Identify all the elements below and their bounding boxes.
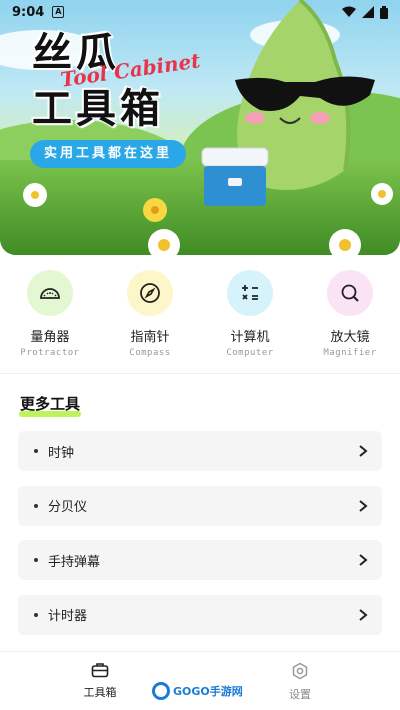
chevron-right-icon: [359, 499, 368, 512]
notification-badge: A: [52, 6, 65, 18]
list-item-label: 分贝仪: [48, 500, 88, 515]
chevron-right-icon: [359, 445, 368, 457]
list-item-handheld-barrage[interactable]: 手持弹幕: [18, 540, 382, 580]
protractor-icon: [27, 270, 73, 316]
list-item-label: 时钟: [48, 445, 75, 461]
tool-name: 放大镜: [330, 330, 370, 345]
tool-english-name: Computer: [226, 348, 274, 358]
chevron-right-icon: [359, 554, 368, 566]
more-tools-title: 更多工具: [19, 393, 81, 417]
settings-icon: [292, 662, 308, 680]
signal-icon: [362, 6, 374, 18]
banner-tagline: 实用工具都在这里: [30, 140, 187, 168]
list-item-decibel-meter[interactable]: 分贝仪: [18, 485, 382, 526]
daisy-flower-decoration: [371, 183, 393, 205]
daisy-flower-decoration: [148, 229, 180, 255]
magnifier-icon: [327, 270, 373, 316]
tool-protractor[interactable]: 量角器 Protractor: [0, 270, 100, 362]
section-divider: [0, 373, 400, 374]
watermark-text: GOGO手游网: [173, 685, 243, 698]
quick-tools-row: 量角器 Protractor 指南针 Compass 计算机 Computer …: [0, 270, 400, 362]
tool-english-name: Magnifier: [323, 348, 377, 358]
toolbox-icon: [91, 663, 109, 678]
cooler-box-illustration: [201, 147, 269, 206]
nav-label: 工具箱: [83, 686, 117, 699]
tool-compass[interactable]: 指南针 Compass: [100, 270, 200, 362]
tool-calculator[interactable]: 计算机 Computer: [200, 270, 300, 362]
hero-banner: 丝瓜 工具箱 Tool Cabinet 实用工具都在这里: [0, 0, 400, 255]
list-item-clock[interactable]: 时钟: [18, 431, 382, 471]
chevron-right-icon: [359, 608, 368, 621]
compass-icon: [127, 270, 173, 316]
daisy-flower-decoration: [23, 183, 47, 207]
list-item-label: 手持弹幕: [48, 554, 101, 570]
bullet-dot: [34, 612, 38, 617]
nav-tab-toolbox[interactable]: 工具箱: [0, 652, 200, 710]
bullet-dot: [34, 558, 38, 562]
status-icons: [342, 5, 388, 19]
list-item-label: 计时器: [48, 609, 88, 624]
daisy-flower-decoration: [329, 229, 361, 255]
calculator-icon: [227, 270, 273, 316]
list-item-timer[interactable]: 计时器: [18, 594, 382, 635]
gogo-logo-icon: [152, 682, 170, 700]
tool-name: 指南针: [130, 330, 170, 345]
tool-name: 计算机: [230, 330, 270, 345]
tool-english-name: Compass: [129, 348, 171, 358]
nav-tab-settings[interactable]: 设置: [200, 652, 400, 710]
yellow-flower-decoration: [143, 198, 167, 222]
more-tools-title-text: 更多工具: [20, 395, 81, 413]
status-bar: 9:04 A: [0, 0, 400, 24]
tool-magnifier[interactable]: 放大镜 Magnifier: [300, 270, 400, 362]
bottom-nav: 工具箱 设置: [0, 651, 400, 710]
nav-label: 设置: [289, 688, 311, 701]
tool-name: 量角器: [30, 330, 70, 345]
more-tools-list: 时钟 分贝仪 手持弹幕 计时器: [18, 431, 382, 649]
tool-english-name: Protractor: [20, 348, 80, 358]
battery-icon: [380, 5, 388, 19]
watermark-logo: GOGO手游网: [152, 682, 243, 700]
bullet-dot: [34, 503, 38, 508]
status-time: 9:04: [12, 4, 45, 20]
bullet-dot: [34, 449, 38, 453]
wifi-icon: [342, 6, 356, 17]
